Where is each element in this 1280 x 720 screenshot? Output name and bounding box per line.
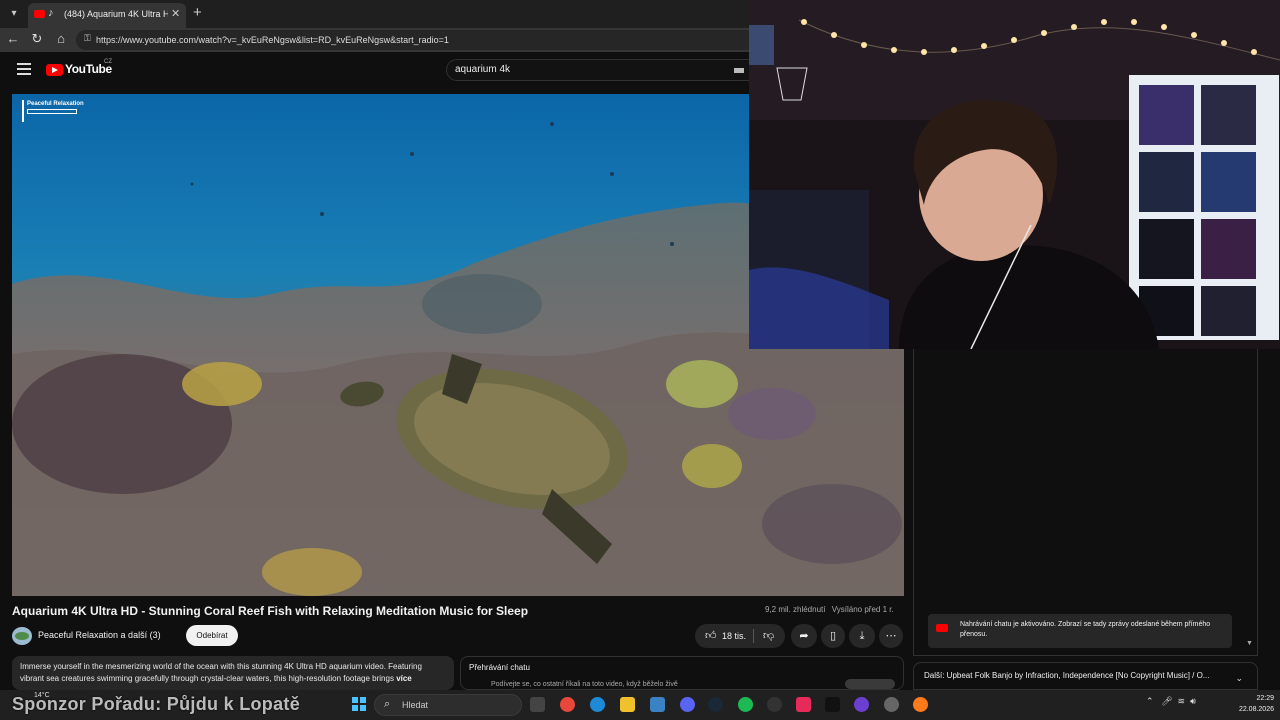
address-bar[interactable]: ⚿ https://www.youtube.com/watch?v=_kvEuR… (76, 30, 756, 50)
bookmark-icon: ▯ (829, 630, 837, 642)
description-text: Immerse yourself in the mesmerizing worl… (20, 662, 422, 683)
download-icon: ⤓ (859, 630, 865, 642)
video-title: Aquarium 4K Ultra HD - Stunning Coral Re… (12, 604, 529, 618)
search-input[interactable]: aquarium 4k (446, 59, 750, 81)
file-explorer-icon[interactable] (620, 697, 635, 712)
youtube-icon (936, 624, 948, 632)
task-view-icon[interactable] (530, 697, 545, 712)
chevron-down-icon[interactable]: ⌄ (1235, 673, 1243, 684)
youtube-favicon-icon (34, 10, 45, 18)
live-chat-panel (913, 349, 1258, 656)
reload-icon[interactable]: ↻ (28, 31, 46, 47)
share-button[interactable]: ➦ (791, 624, 817, 648)
close-tab-icon[interactable]: ✕ (171, 7, 180, 20)
speaker-icon[interactable]: ♪ (48, 7, 54, 19)
chevron-up-icon[interactable]: ⌃ (1146, 696, 1154, 706)
app-icon[interactable] (854, 697, 869, 712)
firefox-icon[interactable] (913, 697, 928, 712)
microphone-icon[interactable]: 🎤︎ (1161, 696, 1172, 706)
chat-notice-text: Nahrávání chatu je aktivováno. Zobrazí s… (960, 621, 1211, 638)
tab-title: (484) Aquarium 4K Ultra HD - (64, 9, 168, 19)
chat-notice: Nahrávání chatu je aktivováno. Zobrazí s… (928, 614, 1232, 648)
steam-icon[interactable] (708, 697, 723, 712)
notepad-icon[interactable] (650, 697, 665, 712)
volume-icon[interactable]: 🔊︎ (1190, 696, 1196, 706)
search-icon: ⌕ (384, 698, 391, 710)
chat-replay-heading: Přehrávání chatu (469, 663, 530, 672)
new-tab-button[interactable]: + (193, 4, 202, 21)
taskbar-clock[interactable]: 22:29 22.08.2026 (1226, 693, 1274, 715)
keyboard-icon[interactable] (734, 68, 744, 73)
next-up-text: Další: Upbeat Folk Banjo by Infraction, … (924, 671, 1210, 680)
video-meta: 9,2 mil. zhlédnutí Vysíláno před 1 r. (765, 605, 898, 614)
thumbs-down-icon[interactable]: 👎︎ (763, 624, 774, 648)
channel-name[interactable]: Peaceful Relaxation a další (3) (38, 630, 161, 640)
more-icon: ⋯ (885, 630, 897, 642)
back-icon[interactable]: ← (4, 31, 22, 46)
save-button[interactable]: ▯ (821, 624, 845, 648)
show-more-link[interactable]: více (396, 674, 412, 683)
taskbar-search-placeholder: Hledat (402, 700, 429, 710)
watermark-badges (27, 109, 77, 114)
taskbar-search[interactable]: ⌕ Hledat (374, 694, 522, 716)
site-info-icon[interactable]: ⚿ (84, 33, 91, 44)
scroll-down-icon[interactable]: ▼ (1246, 640, 1253, 647)
url-text: https://www.youtube.com/watch?v=_kvEuReN… (96, 35, 449, 45)
thumbs-up-icon[interactable]: 👍︎ (705, 624, 717, 648)
chat-replay-subtitle: Podívejte se, co ostatní říkali na toto … (491, 681, 678, 688)
download-button[interactable]: ⤓ (849, 624, 875, 648)
more-actions-button[interactable]: ⋯ (879, 624, 903, 648)
stream-overlay-text: Sponzor Pořadu: Půjdu k Lopatě (12, 694, 300, 714)
view-count: 9,2 mil. zhlédnutí (765, 605, 826, 614)
wifi-icon[interactable]: ≋ (1178, 696, 1186, 706)
chrome-icon[interactable] (560, 697, 575, 712)
like-count[interactable]: 18 tis. (722, 624, 746, 648)
settings-icon[interactable] (884, 697, 899, 712)
menu-icon[interactable] (17, 63, 31, 75)
youtube-play-icon (46, 64, 63, 76)
search-value: aquarium 4k (455, 64, 511, 75)
tab-search-icon[interactable]: ▾ (6, 6, 22, 22)
spotify-icon[interactable] (738, 697, 753, 712)
discord-icon[interactable] (680, 697, 695, 712)
share-icon: ➦ (799, 630, 809, 642)
like-dislike-group: 👍︎ 18 tis. 👎︎ (695, 624, 785, 648)
clock-time: 22:29 (1256, 695, 1274, 702)
capcut-icon[interactable] (825, 697, 840, 712)
browser-tab[interactable]: ♪ (484) Aquarium 4K Ultra HD - ✕ (28, 3, 186, 28)
subscribe-button[interactable]: Odebírat (186, 625, 238, 646)
watermark-title: Peaceful Relaxation (27, 101, 84, 107)
country-code: CZ (104, 59, 112, 65)
webcam-frame (749, 0, 1280, 349)
open-chat-button[interactable] (845, 679, 895, 689)
next-up-bar[interactable]: Další: Upbeat Folk Banjo by Infraction, … (913, 662, 1258, 690)
obs-icon[interactable] (767, 697, 782, 712)
system-tray[interactable]: ⌃ 🎤︎ ≋ 🔊︎ (1146, 696, 1196, 707)
home-icon[interactable]: ⌂ (52, 31, 70, 46)
edge-icon[interactable] (590, 697, 605, 712)
tiktok-icon[interactable] (796, 697, 811, 712)
chat-replay-card: Přehrávání chatu Podívejte se, co ostatn… (460, 656, 904, 690)
channel-watermark: Peaceful Relaxation (22, 100, 86, 122)
video-description[interactable]: Immerse yourself in the mesmerizing worl… (12, 656, 454, 690)
streamed-date: Vysíláno před 1 r. (831, 605, 894, 614)
channel-avatar[interactable] (12, 627, 32, 645)
windows-start-icon[interactable] (352, 697, 366, 711)
clock-date: 22.08.2026 (1238, 706, 1274, 713)
webcam-overlay (749, 0, 1280, 349)
